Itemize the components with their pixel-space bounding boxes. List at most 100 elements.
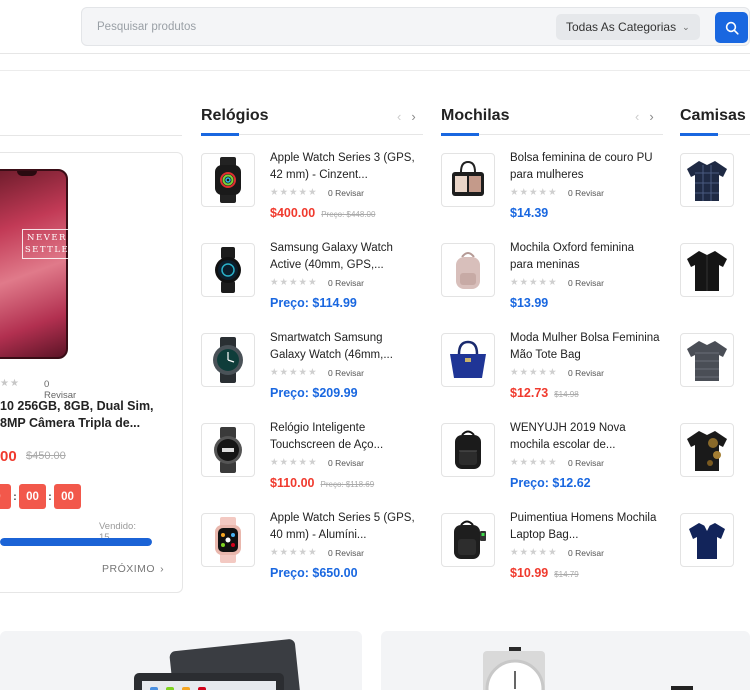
column-title[interactable]: Camisas <box>680 107 746 125</box>
price-old: Preço: $118.69 <box>320 480 375 489</box>
rating-stars: ★★★★★ <box>510 547 558 558</box>
product-name[interactable]: Smartwatch Samsung Galaxy Watch (46mm,..… <box>270 330 420 364</box>
tablet-image <box>134 639 302 690</box>
search-input[interactable] <box>97 18 517 36</box>
review-count: 0 Revisar <box>328 548 364 558</box>
rating-stars: ★★★★★ <box>510 367 558 378</box>
timer-hours: 0 <box>0 484 11 509</box>
product-price: $400.00 Preço: $448.00 <box>270 206 375 220</box>
rating-stars: ★★★★★ <box>510 457 558 468</box>
category-column-camisas: Camisas <box>680 102 750 582</box>
chevron-right-icon[interactable]: › <box>649 109 653 124</box>
product-price: Preço: $114.99 <box>270 296 357 310</box>
product-item[interactable] <box>680 513 750 582</box>
product-item[interactable] <box>680 333 750 413</box>
price-current: $400.00 <box>270 206 316 220</box>
apple-watch-black-icon <box>201 153 255 207</box>
product-name[interactable]: Relógio Inteligente Touchscreen de Aço..… <box>270 420 420 454</box>
product-name[interactable]: Apple Watch Series 5 (GPS, 40 mm) - Alum… <box>270 510 420 544</box>
phone-text-never: NEVER <box>27 233 67 243</box>
phone-text-settle: SETTLE <box>24 245 70 255</box>
timer-seconds: 00 <box>54 484 81 509</box>
product-item[interactable]: Smartwatch Samsung Galaxy Watch (46mm,..… <box>201 330 426 413</box>
sold-progress-fill <box>0 538 152 546</box>
countdown-timer: 0 : 00 : 00 <box>0 484 81 509</box>
product-price: $14.39 <box>510 206 548 220</box>
chevron-right-icon[interactable]: › <box>411 109 415 124</box>
search-bar: Todas As Categorias ⌄ <box>81 7 750 46</box>
product-item[interactable]: Moda Mulher Bolsa Feminina Mão Tote Bag … <box>441 330 666 413</box>
review-count: 0 Revisar <box>568 368 604 378</box>
chevron-left-icon[interactable]: ‹ <box>635 109 639 124</box>
product-item[interactable]: Mochila Oxford feminina para meninas ★★★… <box>441 240 666 323</box>
rating-stars: ★★★★★ <box>510 187 558 198</box>
laptop-backpack-icon <box>441 513 495 567</box>
deal-product-title[interactable]: 10 256GB, 8GB, Dual Sim, 8MP Câmera Trip… <box>0 398 165 432</box>
school-backpack-icon <box>441 423 495 477</box>
navy-polo-icon <box>680 513 734 567</box>
product-price: Preço: $650.00 <box>270 566 358 580</box>
rating-stars: ★★★★★ <box>270 277 318 288</box>
rating-stars: ★★★★★ <box>270 187 318 198</box>
camo-shirt-icon <box>680 423 734 477</box>
column-accent-bar <box>201 133 239 136</box>
deal-price: 00 <box>0 448 17 465</box>
category-select[interactable]: Todas As Categorias ⌄ <box>556 14 700 40</box>
product-item[interactable] <box>680 243 750 323</box>
deal-of-the-day-card[interactable]: NEVER SETTLE <box>0 152 183 593</box>
product-price: $13.99 <box>510 296 548 310</box>
watch-banner[interactable] <box>381 631 750 690</box>
product-price: $12.73 $14.98 <box>510 386 579 400</box>
chevron-left-icon[interactable]: ‹ <box>397 109 401 124</box>
product-item[interactable] <box>680 153 750 233</box>
rating-stars: ★★★★★ <box>270 367 318 378</box>
grey-shirt-icon <box>680 333 734 387</box>
next-deal-link[interactable]: PRÓXIMO › <box>102 563 164 575</box>
product-name[interactable]: WENYUJH 2019 Nova mochila escolar de... <box>510 420 660 454</box>
product-item[interactable] <box>680 423 750 503</box>
product-item[interactable]: Relógio Inteligente Touchscreen de Aço..… <box>201 420 426 503</box>
black-shirt-icon <box>680 243 734 297</box>
galaxy-watch-icon <box>201 333 255 387</box>
tablet-banner[interactable] <box>0 631 362 690</box>
rating-stars: ★★★★★ <box>270 457 318 468</box>
column-title[interactable]: Mochilas <box>441 107 509 125</box>
product-name[interactable]: Mochila Oxford feminina para meninas <box>510 240 660 274</box>
review-count: 0 Revisar <box>328 188 364 198</box>
deal-rating-stars: ★★ <box>0 378 20 389</box>
product-item[interactable]: Bolsa feminina de couro PU para mulheres… <box>441 150 666 233</box>
product-item[interactable]: WENYUJH 2019 Nova mochila escolar de... … <box>441 420 666 503</box>
chevron-down-icon: ⌄ <box>682 21 690 32</box>
product-price: $10.99 $14.79 <box>510 566 579 580</box>
product-item[interactable]: Samsung Galaxy Watch Active (40mm, GPS,.… <box>201 240 426 323</box>
product-name[interactable]: Samsung Galaxy Watch Active (40mm, GPS,.… <box>270 240 420 274</box>
column-accent-bar <box>441 133 479 136</box>
product-name[interactable]: Bolsa feminina de couro PU para mulheres <box>510 150 660 184</box>
product-name[interactable]: Puimentiua Homens Mochila Laptop Bag... <box>510 510 660 544</box>
deal-header-line <box>0 135 182 136</box>
review-count: 0 Revisar <box>328 278 364 288</box>
category-select-label: Todas As Categorias <box>566 20 677 34</box>
chevron-right-icon: › <box>160 563 165 575</box>
price-current: $10.99 <box>510 566 549 580</box>
plaid-shirt-icon <box>680 153 734 207</box>
price-current: Preço: $114.99 <box>270 296 357 310</box>
price-current: $12.73 <box>510 386 549 400</box>
product-name[interactable]: Apple Watch Series 3 (GPS, 42 mm) - Cinz… <box>270 150 420 184</box>
review-count: 0 Revisar <box>568 458 604 468</box>
search-button[interactable] <box>715 12 748 43</box>
price-current: Preço: $12.62 <box>510 476 591 490</box>
apple-watch-pink-icon <box>201 513 255 567</box>
review-count: 0 Revisar <box>568 188 604 198</box>
product-item[interactable]: Apple Watch Series 3 (GPS, 42 mm) - Cinz… <box>201 150 426 233</box>
review-count: 0 Revisar <box>568 278 604 288</box>
price-old: Preço: $448.00 <box>321 210 376 219</box>
galaxy-watch-active-icon <box>201 243 255 297</box>
product-item[interactable]: Puimentiua Homens Mochila Laptop Bag... … <box>441 510 666 593</box>
sold-progress-bar <box>0 538 152 546</box>
product-item[interactable]: Apple Watch Series 5 (GPS, 40 mm) - Alum… <box>201 510 426 593</box>
timer-separator: : <box>48 490 52 503</box>
column-title[interactable]: Relógios <box>201 107 269 125</box>
column-accent-bar <box>680 133 718 136</box>
product-name[interactable]: Moda Mulher Bolsa Feminina Mão Tote Bag <box>510 330 660 364</box>
